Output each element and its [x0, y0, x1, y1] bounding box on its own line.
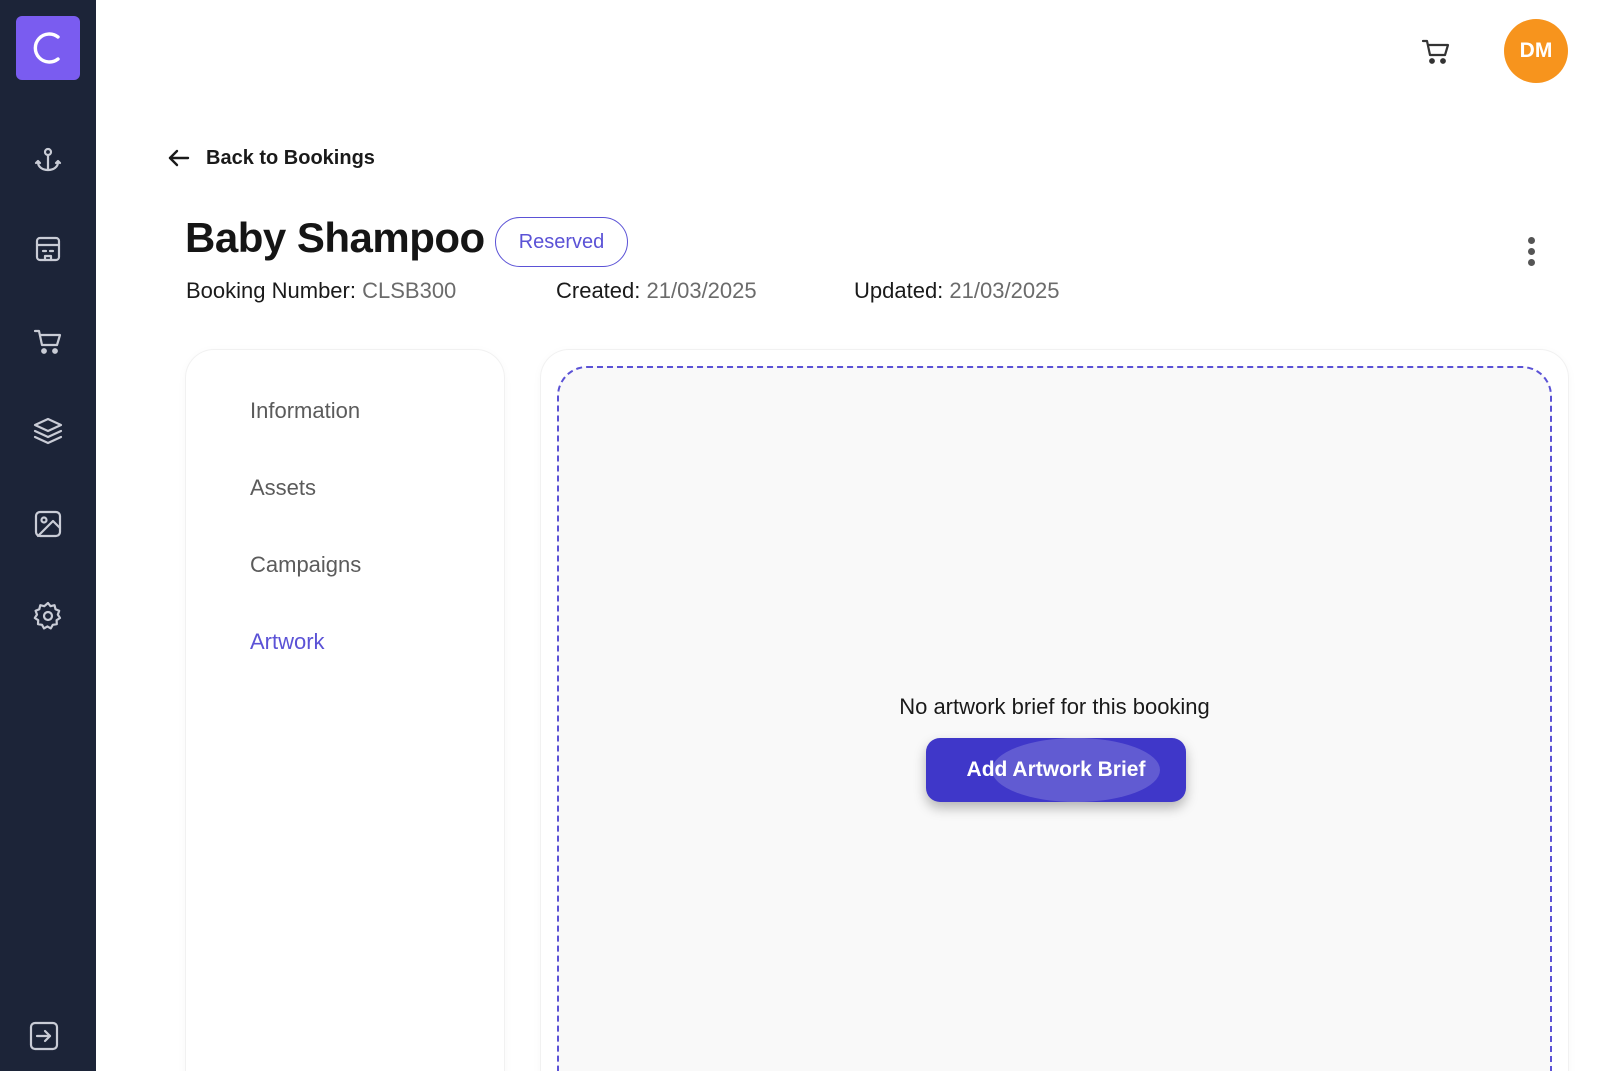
- layers-icon: [33, 417, 63, 445]
- updated-date: Updated: 21/03/2025: [854, 278, 1060, 304]
- booking-number-value: CLSB300: [362, 278, 457, 303]
- settings-icon: [33, 601, 62, 630]
- logo-c-icon: [33, 32, 60, 64]
- sidebar-item-anchor[interactable]: [28, 140, 68, 180]
- created-label: Created:: [556, 278, 641, 303]
- image-icon: [34, 510, 62, 538]
- sidebar-item-layers[interactable]: [28, 411, 68, 451]
- logout-icon: [29, 1021, 59, 1051]
- anchor-icon: [34, 147, 62, 172]
- artwork-dropzone: No artwork brief for this booking Add Ar…: [557, 366, 1552, 1071]
- tab-information[interactable]: Information: [250, 398, 360, 424]
- tab-artwork[interactable]: Artwork: [250, 629, 325, 655]
- cart-icon: [1421, 39, 1450, 64]
- sidebar-item-cart[interactable]: [28, 322, 68, 362]
- more-dot-icon: [1527, 258, 1535, 266]
- updated-label: Updated:: [854, 278, 944, 303]
- arrow-left-icon: [168, 149, 190, 167]
- header-cart-button[interactable]: [1418, 34, 1454, 70]
- tab-assets[interactable]: Assets: [250, 475, 316, 501]
- sidebar-logout[interactable]: [24, 1016, 64, 1056]
- back-link-label: Back to Bookings: [206, 146, 375, 169]
- status-badge: Reserved: [495, 217, 628, 267]
- page-title: Baby Shampoo: [185, 214, 485, 261]
- sidebar-item-building[interactable]: [28, 229, 68, 269]
- section-tabs: Information Assets Campaigns Artwork: [186, 350, 504, 1071]
- artwork-panel: No artwork brief for this booking Add Ar…: [541, 350, 1568, 1071]
- add-artwork-brief-label: Add Artwork Brief: [966, 758, 1146, 781]
- sidebar-item-settings[interactable]: [28, 596, 68, 636]
- more-dot-icon: [1527, 247, 1535, 255]
- created-date: Created: 21/03/2025: [556, 278, 757, 304]
- cart-icon: [33, 329, 62, 354]
- more-options-button[interactable]: [1516, 230, 1546, 272]
- empty-state-message: No artwork brief for this booking: [899, 694, 1210, 719]
- app-logo[interactable]: [16, 16, 80, 80]
- app: DM Back to Bookings Baby Shampoo Reserve…: [0, 0, 1600, 1071]
- add-artwork-brief-button[interactable]: Add Artwork Brief: [926, 738, 1186, 802]
- user-avatar[interactable]: DM: [1504, 19, 1568, 83]
- back-to-bookings-link[interactable]: Back to Bookings: [166, 144, 375, 172]
- avatar-initials: DM: [1519, 39, 1553, 62]
- booking-number-label: Booking Number:: [186, 278, 356, 303]
- more-dot-icon: [1527, 236, 1535, 244]
- booking-number: Booking Number: CLSB300: [186, 278, 456, 304]
- sidebar-item-media[interactable]: [28, 504, 68, 544]
- created-value: 21/03/2025: [646, 278, 757, 303]
- sidebar: [0, 0, 96, 1071]
- building-icon: [35, 236, 61, 262]
- tab-campaigns[interactable]: Campaigns: [250, 552, 361, 578]
- updated-value: 21/03/2025: [949, 278, 1060, 303]
